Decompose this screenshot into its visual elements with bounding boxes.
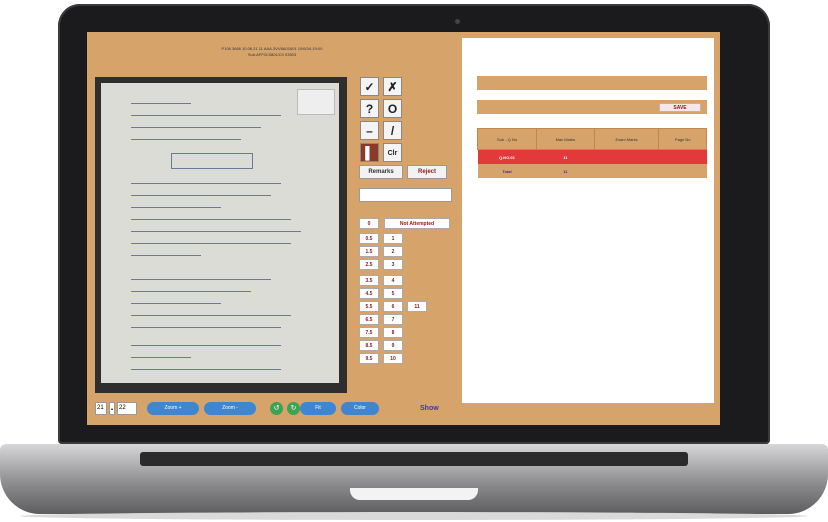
handwriting-line	[131, 231, 301, 232]
marks-summary-panel: SAVE Sub - Q No Max Marks Exam Marks Pag…	[462, 38, 714, 403]
remarks-input[interactable]	[359, 188, 452, 202]
cross-tool[interactable]: ✗	[383, 77, 402, 96]
bottom-toolbar: 21 ▴ 22 Zoom + Zoom - ↺ ↻ Fit Color Show	[87, 398, 467, 418]
table-row[interactable]: Q.NO.01 11	[477, 149, 707, 164]
row-question: Q.NO.01	[477, 149, 537, 164]
handwriting-line	[131, 103, 191, 104]
question-tool[interactable]: ?	[360, 99, 379, 118]
save-bar: SAVE	[477, 100, 707, 114]
handwriting-line	[131, 243, 291, 244]
mark-button[interactable]: 4	[383, 275, 403, 286]
handwriting-line	[131, 315, 291, 316]
fit-button[interactable]: Fit	[300, 402, 336, 415]
handwriting-line	[131, 115, 281, 116]
row-max-marks: 11	[536, 164, 595, 178]
answer-sheet-page[interactable]	[101, 83, 339, 383]
handwritten-heading-box	[171, 153, 253, 169]
script-header: P106 3666 10.06.21 11 AAA-3VV8A01601 10/…	[87, 46, 457, 58]
handwriting-line	[131, 183, 281, 184]
dash-tool[interactable]: –	[360, 121, 379, 140]
app-screen: P106 3666 10.06.21 11 AAA-3VV8A01601 10/…	[87, 32, 720, 425]
mark-button[interactable]: 5	[383, 288, 403, 299]
handwriting-line	[131, 127, 261, 128]
mark-button[interactable]: 1	[383, 233, 403, 244]
pen-tool[interactable]: ▌	[360, 143, 379, 162]
handwriting-line	[131, 139, 241, 140]
handwriting-line	[131, 279, 271, 280]
mark-button[interactable]: 4.5	[359, 288, 379, 299]
camera-icon	[455, 19, 460, 24]
mark-button[interactable]: 11	[407, 301, 427, 312]
slash-tool[interactable]: /	[383, 121, 402, 140]
question-info-bar	[477, 76, 707, 90]
mark-button[interactable]: 3.5	[359, 275, 379, 286]
mark-button[interactable]: 3	[383, 259, 403, 270]
row-page-no	[658, 149, 707, 164]
marks-table: Sub - Q No Max Marks Exam Marks Page No …	[477, 128, 707, 178]
mark-button[interactable]: 2.5	[359, 259, 379, 270]
table-row-total: Total 11	[477, 164, 707, 178]
handwriting-line	[131, 219, 291, 220]
zoom-in-button[interactable]: Zoom +	[147, 402, 199, 415]
handwriting-line	[131, 345, 281, 346]
page-stepper[interactable]: ▴	[109, 402, 115, 415]
mark-button[interactable]: 0.5	[359, 233, 379, 244]
answer-sheet-viewer[interactable]	[95, 77, 347, 393]
mark-button[interactable]: 9.5	[359, 353, 379, 364]
laptop-frame: P106 3666 10.06.21 11 AAA-3VV8A01601 10/…	[0, 0, 828, 522]
handwriting-line	[131, 369, 281, 370]
handwriting-line	[131, 303, 221, 304]
header-line-2: Sub:AFF0C0801/C0 03503	[247, 52, 297, 57]
column-header: Page No	[658, 128, 707, 150]
mark-button[interactable]: 2	[383, 246, 403, 257]
circle-tool[interactable]: O	[383, 99, 402, 118]
handwriting-line	[131, 195, 271, 196]
laptop-hinge	[350, 488, 478, 500]
reject-button[interactable]: Reject	[407, 165, 447, 179]
row-exam-marks	[594, 149, 659, 164]
column-header: Exam Marks	[593, 128, 660, 150]
laptop-shadow	[20, 512, 808, 520]
mark-button[interactable]: 8.5	[359, 340, 379, 351]
row-page-no	[658, 164, 707, 178]
page-number-input[interactable]: 21	[95, 402, 107, 415]
mark-button-not-attempted-value[interactable]: 0	[359, 218, 379, 229]
not-attempted-button[interactable]: Not Attempted	[384, 218, 450, 229]
mark-button[interactable]: 6	[383, 301, 403, 312]
mark-button[interactable]: 9	[383, 340, 403, 351]
page-total-field: 22	[117, 402, 137, 415]
clear-button[interactable]: Clr	[383, 143, 402, 162]
column-header: Max Marks	[535, 128, 595, 150]
handwriting-line	[131, 207, 221, 208]
rotate-left-icon[interactable]: ↺	[270, 402, 283, 415]
sheet-stamp	[297, 89, 335, 115]
column-header: Sub - Q No	[477, 128, 537, 150]
mark-button[interactable]: 1.5	[359, 246, 379, 257]
handwriting-line	[131, 255, 201, 256]
mark-button[interactable]: 10	[383, 353, 403, 364]
zoom-out-button[interactable]: Zoom -	[204, 402, 256, 415]
save-button[interactable]: SAVE	[659, 103, 701, 112]
row-exam-marks	[594, 164, 659, 178]
remarks-button[interactable]: Remarks	[359, 165, 403, 179]
handwriting-line	[131, 357, 191, 358]
mark-button[interactable]: 5.5	[359, 301, 379, 312]
rotate-right-icon[interactable]: ↻	[287, 402, 300, 415]
row-max-marks: 11	[536, 149, 595, 164]
mark-button[interactable]: 8	[383, 327, 403, 338]
keyboard-strip	[140, 452, 688, 466]
mark-button[interactable]: 7	[383, 314, 403, 325]
tick-tool[interactable]: ✓	[360, 77, 379, 96]
row-question: Total	[477, 164, 537, 178]
color-button[interactable]: Color	[341, 402, 379, 415]
mark-button[interactable]: 7.5	[359, 327, 379, 338]
show-link[interactable]: Show	[420, 402, 439, 415]
mark-button[interactable]: 6.5	[359, 314, 379, 325]
handwriting-line	[131, 291, 251, 292]
handwriting-line	[131, 327, 281, 328]
